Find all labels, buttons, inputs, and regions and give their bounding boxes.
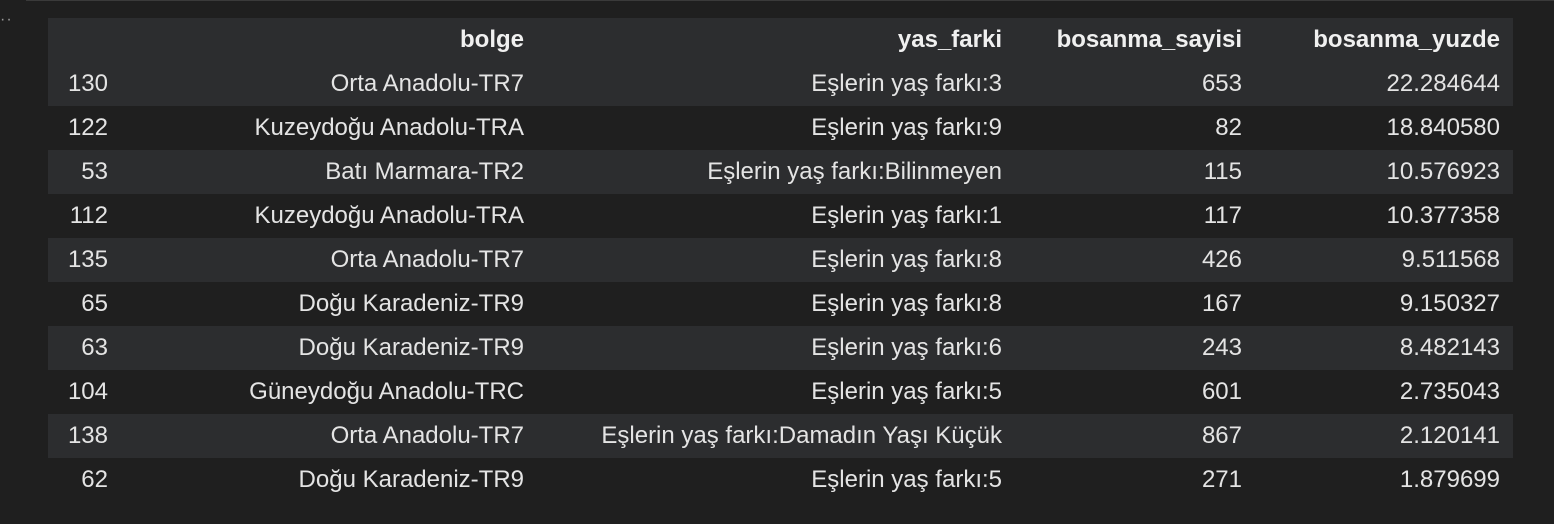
table-header-row: bolge yas_farki bosanma_sayisi bosanma_y…: [48, 18, 1513, 62]
cell-yas-farki: Eşlerin yaş farkı:5: [811, 466, 1002, 493]
index-header: [48, 18, 121, 62]
cell-bosanma-yuzde: 9.511568: [1401, 246, 1500, 273]
output-top-border: [26, 0, 1554, 1]
cell-bolge: Doğu Karadeniz-TR9: [298, 290, 524, 317]
cell-yas-farki: Eşlerin yaş farkı:5: [811, 378, 1002, 405]
row-index: 104: [67, 378, 108, 405]
cell-bosanma-sayisi: 117: [1203, 202, 1242, 229]
column-header-bolge: bolge: [460, 26, 524, 53]
table-row: 135 Orta Anadolu-TR7 Eşlerin yaş farkı:8…: [48, 238, 1513, 282]
cell-bolge: Batı Marmara-TR2: [325, 158, 524, 185]
cell-bosanma-yuzde: 2.120141: [1399, 422, 1500, 449]
column-header-bosanma-sayisi: bosanma_sayisi: [1056, 26, 1242, 53]
cell-yas-farki: Eşlerin yaş farkı:8: [811, 246, 1002, 273]
table-row: 62 Doğu Karadeniz-TR9 Eşlerin yaş farkı:…: [48, 458, 1513, 502]
cell-bolge: Orta Anadolu-TR7: [330, 70, 524, 97]
cell-yas-farki: Eşlerin yaş farkı:8: [811, 290, 1002, 317]
table-row: 138 Orta Anadolu-TR7 Eşlerin yaş farkı:D…: [48, 414, 1513, 458]
cell-bosanma-sayisi: 243: [1201, 334, 1242, 361]
cell-bosanma-yuzde: 22.284644: [1386, 70, 1500, 97]
table-row: 53 Batı Marmara-TR2 Eşlerin yaş farkı:Bi…: [48, 150, 1513, 194]
cell-bosanma-yuzde: 10.377358: [1386, 202, 1500, 229]
cell-bosanma-sayisi: 115: [1203, 158, 1242, 185]
table-row: 122 Kuzeydoğu Anadolu-TRA Eşlerin yaş fa…: [48, 106, 1513, 150]
cell-bolge: Güneydoğu Anadolu-TRC: [249, 378, 524, 405]
cell-bolge: Orta Anadolu-TR7: [330, 246, 524, 273]
cell-bosanma-yuzde: 8.482143: [1399, 334, 1500, 361]
cell-bosanma-sayisi: 867: [1201, 422, 1242, 449]
row-index: 135: [67, 246, 108, 273]
cell-bolge: Orta Anadolu-TR7: [330, 422, 524, 449]
cell-yas-farki: Eşlerin yaş farkı:1: [811, 202, 1002, 229]
cell-bosanma-sayisi: 653: [1201, 70, 1242, 97]
table-row: 112 Kuzeydoğu Anadolu-TRA Eşlerin yaş fa…: [48, 194, 1513, 238]
row-index: 122: [67, 114, 108, 141]
cell-bosanma-sayisi: 271: [1201, 466, 1242, 493]
row-index: 62: [81, 466, 108, 493]
row-index: 63: [81, 334, 108, 361]
column-header-yas-farki: yas_farki: [897, 26, 1002, 53]
cell-yas-farki: Eşlerin yaş farkı:Bilinmeyen: [707, 158, 1002, 185]
cell-yas-farki: Eşlerin yaş farkı:6: [811, 334, 1002, 361]
cell-bosanma-yuzde: 9.150327: [1399, 290, 1500, 317]
column-header-bosanma-yuzde: bosanma_yuzde: [1313, 26, 1500, 53]
cell-bosanma-yuzde: 2.735043: [1399, 378, 1500, 405]
dataframe-table: bolge yas_farki bosanma_sayisi bosanma_y…: [48, 18, 1513, 502]
cell-yas-farki: Eşlerin yaş farkı:Damadın Yaşı Küçük: [601, 422, 1002, 449]
output-collapse-marker[interactable]: ··: [0, 12, 13, 28]
row-index: 112: [69, 202, 108, 229]
cell-bosanma-sayisi: 426: [1201, 246, 1242, 273]
row-index: 138: [67, 422, 108, 449]
cell-bosanma-sayisi: 167: [1201, 290, 1242, 317]
cell-bosanma-yuzde: 18.840580: [1386, 114, 1500, 141]
row-index: 130: [67, 70, 108, 97]
cell-bosanma-sayisi: 82: [1215, 114, 1242, 141]
cell-bosanma-yuzde: 10.576923: [1386, 158, 1500, 185]
cell-yas-farki: Eşlerin yaş farkı:3: [811, 70, 1002, 97]
table-row: 104 Güneydoğu Anadolu-TRC Eşlerin yaş fa…: [48, 370, 1513, 414]
cell-bolge: Kuzeydoğu Anadolu-TRA: [254, 114, 524, 141]
table-row: 65 Doğu Karadeniz-TR9 Eşlerin yaş farkı:…: [48, 282, 1513, 326]
cell-bolge: Kuzeydoğu Anadolu-TRA: [254, 202, 524, 229]
cell-yas-farki: Eşlerin yaş farkı:9: [811, 114, 1002, 141]
cell-bosanma-sayisi: 601: [1201, 378, 1242, 405]
cell-bosanma-yuzde: 1.879699: [1399, 466, 1500, 493]
row-index: 53: [81, 158, 108, 185]
table-row: 63 Doğu Karadeniz-TR9 Eşlerin yaş farkı:…: [48, 326, 1513, 370]
cell-bolge: Doğu Karadeniz-TR9: [298, 334, 524, 361]
cell-bolge: Doğu Karadeniz-TR9: [298, 466, 524, 493]
table-row: 130 Orta Anadolu-TR7 Eşlerin yaş farkı:3…: [48, 62, 1513, 106]
row-index: 65: [81, 290, 108, 317]
